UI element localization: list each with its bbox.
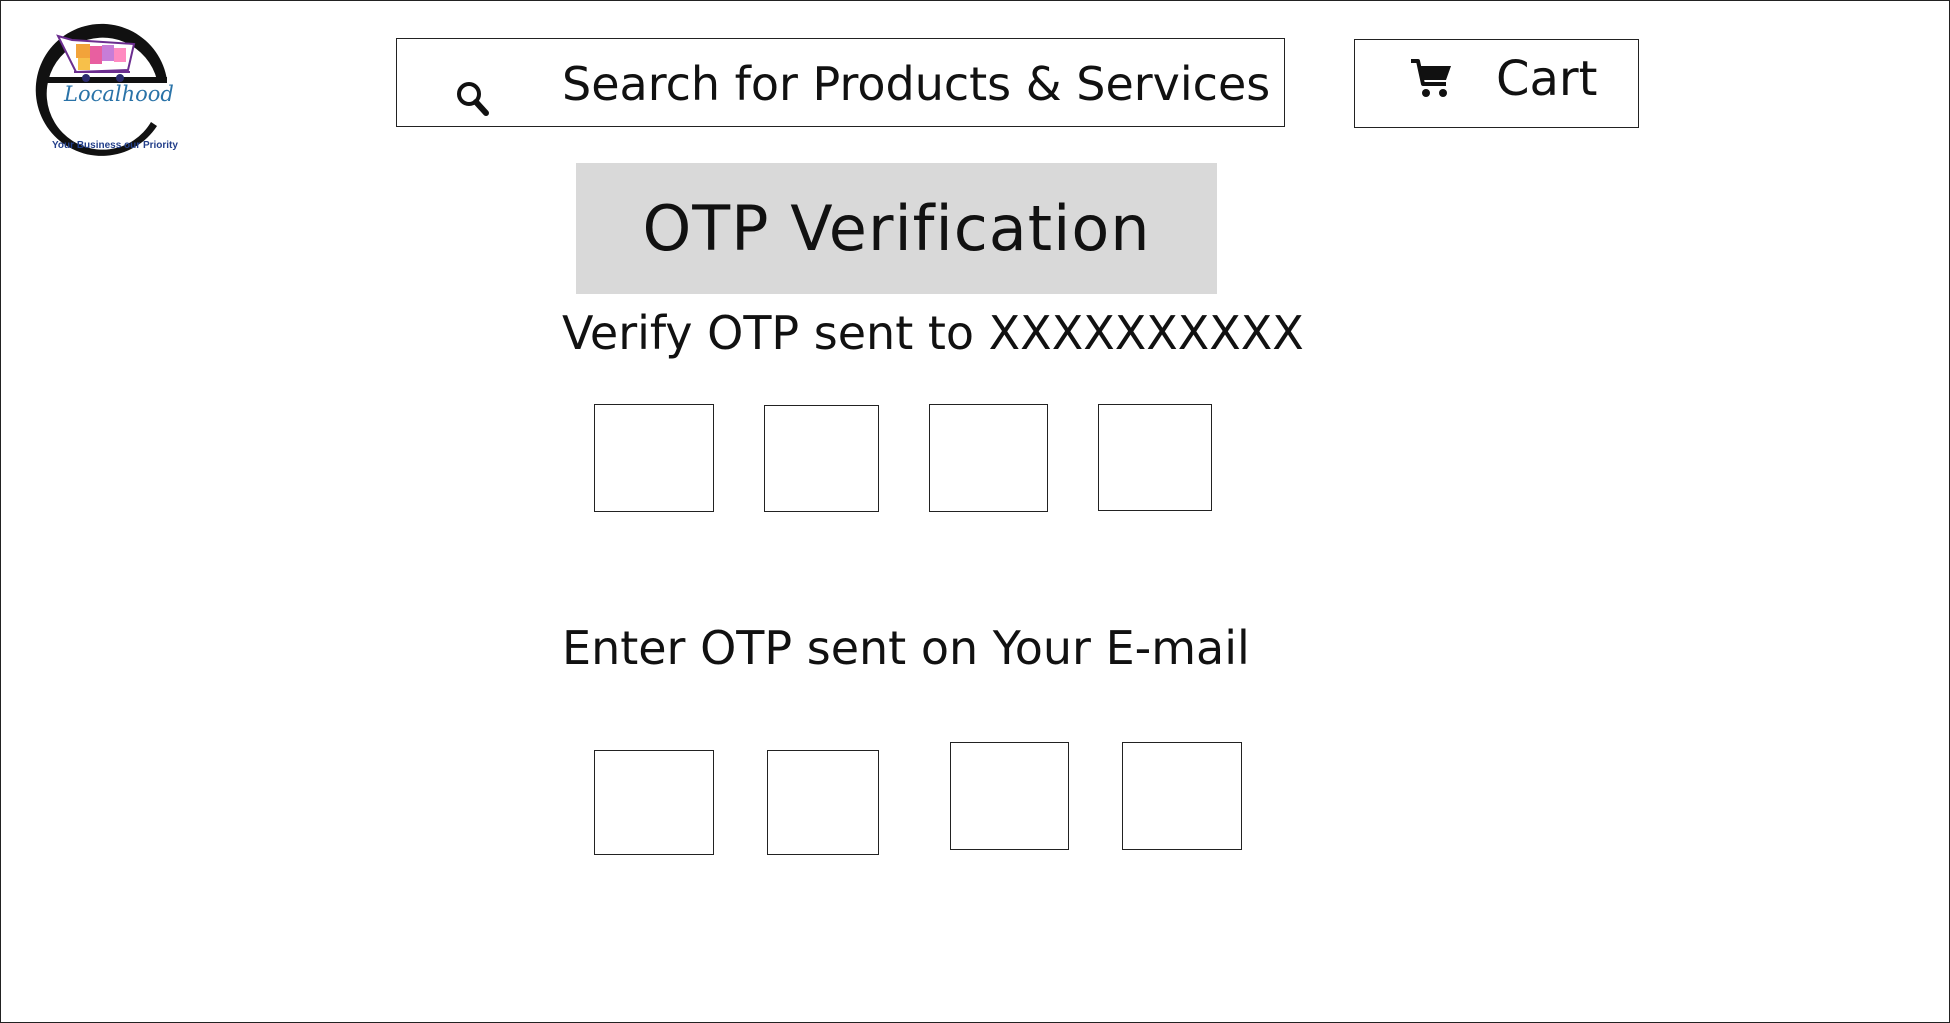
logo-tagline: Your Business our Priority <box>52 140 178 151</box>
search-bar[interactable]: Search for Products & Services <box>396 38 1285 127</box>
email-otp-prompt: Enter OTP sent on Your E-mail <box>562 621 1250 675</box>
logo-brand-text: Localhood <box>64 82 174 106</box>
phone-otp-digit-1[interactable] <box>594 404 714 512</box>
phone-otp-digit-4[interactable] <box>1098 404 1212 511</box>
email-otp-digit-2[interactable] <box>767 750 879 855</box>
search-icon <box>452 77 498 123</box>
email-otp-digit-1[interactable] <box>594 750 714 855</box>
page-title: OTP Verification <box>576 163 1217 294</box>
cart-label: Cart <box>1496 51 1598 107</box>
phone-otp-digit-2[interactable] <box>764 405 879 512</box>
cart-icon <box>1408 56 1454 102</box>
email-otp-digit-4[interactable] <box>1122 742 1242 850</box>
phone-otp-prompt: Verify OTP sent to XXXXXXXXXX <box>562 306 1304 360</box>
phone-otp-digit-3[interactable] <box>929 404 1048 512</box>
email-otp-digit-3[interactable] <box>950 742 1069 850</box>
logo[interactable]: Localhood Your Business our Priority <box>30 14 180 159</box>
cart-button[interactable]: Cart <box>1354 39 1639 128</box>
search-placeholder: Search for Products & Services <box>562 57 1271 111</box>
